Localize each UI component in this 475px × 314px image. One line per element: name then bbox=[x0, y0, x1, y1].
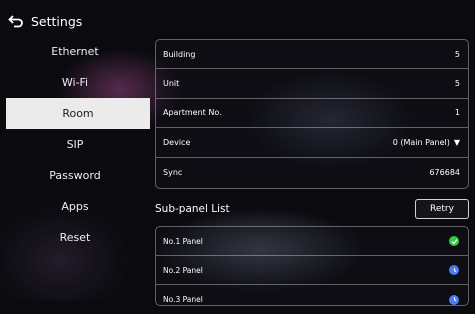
sync-value: 676684 bbox=[429, 167, 460, 177]
check-circle-icon bbox=[449, 236, 459, 246]
apartment-value: 1 bbox=[454, 108, 460, 118]
clock-icon bbox=[449, 294, 459, 305]
subpanel-header: Sub-panel List Retry bbox=[155, 198, 469, 220]
panel-label: No.3 Panel bbox=[163, 295, 203, 304]
sidebar-item-room[interactable]: Room bbox=[6, 98, 150, 129]
list-item[interactable]: No.1 Panel bbox=[156, 227, 468, 256]
subpanel-title: Sub-panel List bbox=[155, 203, 230, 215]
unit-row[interactable]: Unit 5 bbox=[156, 69, 468, 99]
header: Settings bbox=[8, 9, 82, 33]
sync-label: Sync bbox=[163, 167, 183, 177]
sync-row: Sync 676684 bbox=[156, 158, 468, 187]
retry-button[interactable]: Retry bbox=[415, 199, 469, 219]
device-value: 0 (Main Panel) bbox=[392, 137, 450, 147]
list-item[interactable]: No.3 Panel bbox=[156, 285, 468, 314]
device-row[interactable]: Device 0 (Main Panel) ▼ bbox=[156, 128, 468, 158]
unit-value: 5 bbox=[454, 79, 460, 89]
back-arrow-icon[interactable] bbox=[8, 14, 24, 28]
dropdown-arrow-icon: ▼ bbox=[453, 137, 460, 147]
apartment-label: Apartment No. bbox=[163, 108, 222, 118]
building-value: 5 bbox=[454, 49, 460, 59]
subpanel-list: No.1 Panel No.2 Panel No.3 Panel bbox=[155, 226, 469, 306]
device-label: Device bbox=[163, 137, 191, 147]
device-select[interactable]: 0 (Main Panel) ▼ bbox=[393, 138, 460, 147]
panel-label: No.1 Panel bbox=[163, 236, 203, 246]
apartment-row[interactable]: Apartment No. 1 bbox=[156, 99, 468, 129]
building-label: Building bbox=[163, 49, 196, 59]
room-settings-panel: Building 5 Unit 5 Apartment No. 1 Device… bbox=[155, 39, 469, 189]
sidebar-item-ethernet[interactable]: Ethernet bbox=[0, 36, 150, 67]
sidebar-item-apps[interactable]: Apps bbox=[0, 191, 150, 222]
list-item[interactable]: No.2 Panel bbox=[156, 256, 468, 285]
sidebar-item-password[interactable]: Password bbox=[0, 160, 150, 191]
panel-label: No.2 Panel bbox=[163, 265, 203, 275]
page-title: Settings bbox=[31, 13, 83, 29]
building-row[interactable]: Building 5 bbox=[156, 40, 468, 70]
clock-icon bbox=[449, 265, 459, 275]
sidebar-item-wifi[interactable]: Wi-Fi bbox=[0, 67, 150, 98]
unit-label: Unit bbox=[163, 79, 180, 89]
sidebar-item-sip[interactable]: SIP bbox=[0, 129, 150, 160]
sidebar-item-reset[interactable]: Reset bbox=[0, 222, 150, 253]
sidebar: Ethernet Wi-Fi Room SIP Password Apps Re… bbox=[0, 36, 150, 253]
